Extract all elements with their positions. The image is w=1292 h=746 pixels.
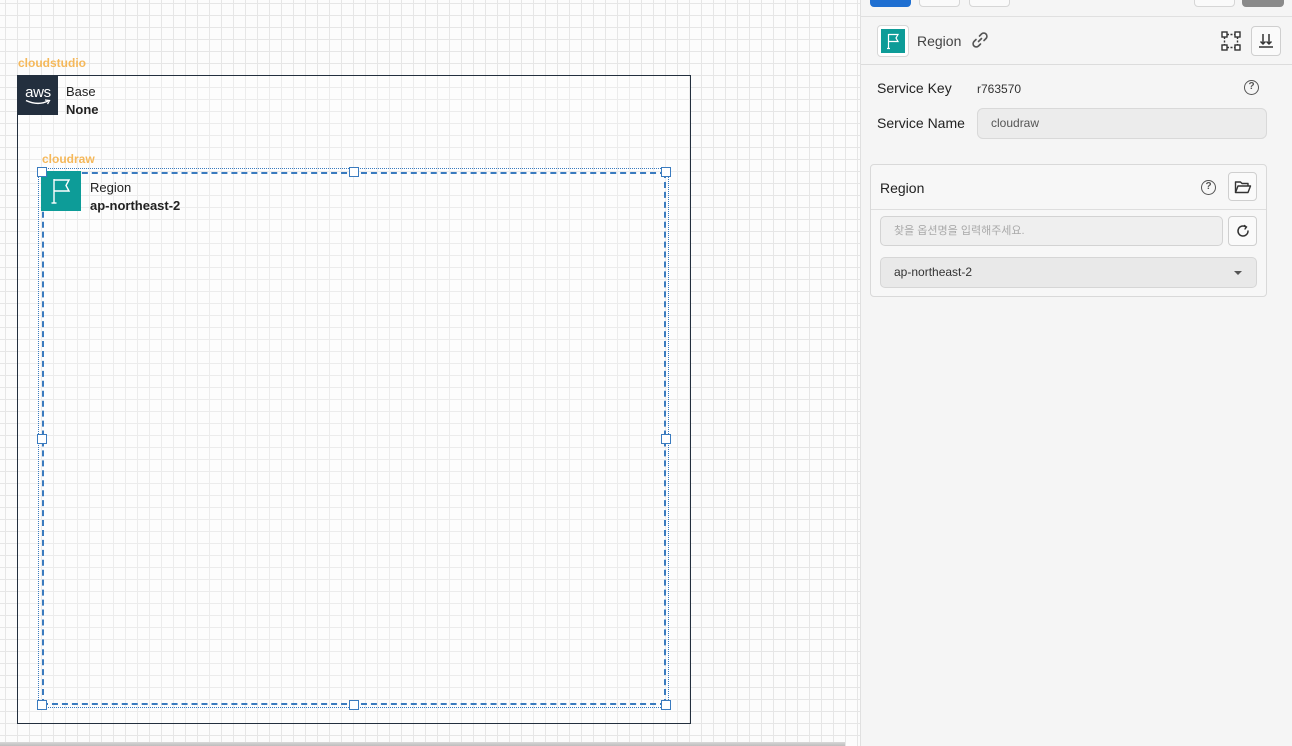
region-card-title: Region [880,180,925,196]
sort-down-icon[interactable] [1251,26,1281,56]
aws-smile-arrow [25,98,51,104]
aws-logo-icon: aws [18,76,58,115]
service-name-input[interactable]: cloudraw [977,108,1267,139]
toolbar-button-3[interactable] [969,0,1010,7]
help-icon[interactable]: ? [1244,80,1259,95]
resize-handle-top[interactable] [349,167,359,177]
service-key-value: r763570 [977,82,1022,96]
link-icon[interactable] [971,31,989,54]
resize-handle-left[interactable] [37,434,47,444]
resize-handle-bottom-right[interactable] [661,700,671,710]
panel-header: Region [861,16,1292,65]
region-field-card: Region ? 찾을 옵션명을 입력해주세요. ap-northeast-2 [870,164,1267,297]
service-key-label: Service Key [877,80,952,96]
toolbar-primary-button[interactable] [870,0,911,7]
region-group-label: cloudraw [42,152,95,166]
region-card-header: Region ? [871,165,1266,210]
base-node-title: Base [66,84,96,99]
resize-handle-top-right[interactable] [661,167,671,177]
region-select[interactable]: ap-northeast-2 [880,257,1257,288]
service-name-label: Service Name [877,115,965,131]
panel-title: Region [917,33,962,49]
option-search-input[interactable]: 찾을 옵션명을 입력해주세요. [880,216,1223,246]
flag-icon [41,171,81,211]
resize-handle-top-left[interactable] [37,167,47,177]
diagram-canvas[interactable]: cloudstudio aws Base None cloudraw Regio… [0,0,860,746]
resize-handle-bottom-left[interactable] [37,700,47,710]
node-layout-icon[interactable] [1216,26,1246,56]
region-select-value: ap-northeast-2 [894,265,973,279]
chevron-down-icon [1234,271,1242,275]
folder-open-icon[interactable] [1228,172,1257,201]
help-icon[interactable]: ? [1201,180,1216,195]
toolbar-button-2[interactable] [919,0,960,7]
canvas-scrollbar[interactable] [0,742,845,746]
region-node-title: Region [90,180,132,195]
region-group-container[interactable] [42,172,666,705]
toolbar-button-4[interactable] [1194,0,1235,7]
region-node-value: ap-northeast-2 [90,198,181,213]
properties-panel: Region Service Key r763570 ? Service Nam… [860,0,1292,746]
refresh-icon[interactable] [1228,216,1257,246]
resize-handle-right[interactable] [661,434,671,444]
base-node-value: None [66,102,99,117]
base-group-label: cloudstudio [18,56,86,70]
toolbar-button-5[interactable] [1242,0,1284,7]
flag-icon [877,25,909,57]
resize-handle-bottom[interactable] [349,700,359,710]
